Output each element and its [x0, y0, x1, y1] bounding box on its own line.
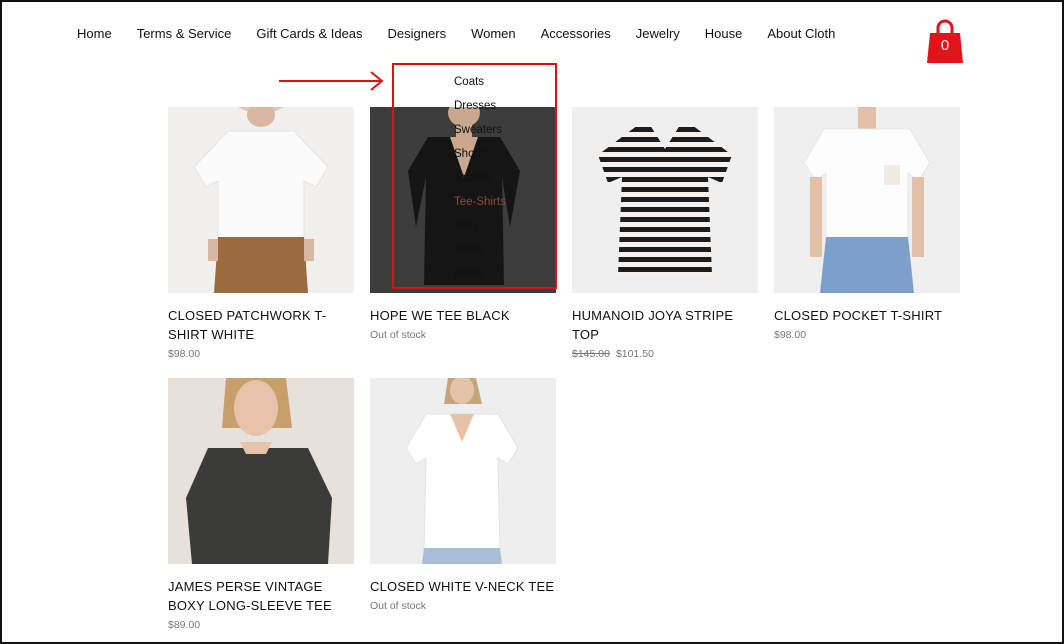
- product-image[interactable]: [370, 378, 556, 564]
- product-name[interactable]: CLOSED POCKET T-SHIRT: [774, 306, 960, 325]
- dropdown-item-shorts[interactable]: Shorts: [454, 148, 487, 160]
- women-dropdown-menu: Coats Dresses Sweaters Shorts Jackets Te…: [393, 63, 556, 288]
- nav-gift-cards[interactable]: Gift Cards & Ideas: [256, 26, 362, 41]
- nav-jewelry[interactable]: Jewelry: [636, 26, 680, 41]
- dropdown-item-coats[interactable]: Coats: [454, 76, 484, 88]
- product-name[interactable]: CLOSED WHITE V-NECK TEE: [370, 577, 556, 596]
- product-price: $89.00: [168, 619, 201, 631]
- product-name[interactable]: JAMES PERSE VINTAGE BOXY LONG-SLEEVE TEE: [168, 577, 354, 615]
- product-price: $98.00: [774, 329, 807, 341]
- product-image[interactable]: [168, 378, 354, 564]
- product-card[interactable]: CLOSED WHITE V-NECK TEE Out of stock: [370, 378, 556, 612]
- annotation-arrow: [279, 71, 384, 91]
- dropdown-item-sweaters[interactable]: Sweaters: [454, 124, 502, 136]
- product-name[interactable]: CLOSED PATCHWORK T-SHIRT WHITE: [168, 306, 354, 344]
- product-price: $145.00 $101.50: [572, 348, 758, 360]
- dropdown-item-jackets[interactable]: Jackets: [454, 172, 493, 184]
- nav-home[interactable]: Home: [77, 26, 112, 41]
- product-card[interactable]: CLOSED POCKET T-SHIRT $98.00: [774, 107, 960, 341]
- product-card[interactable]: CLOSED PATCHWORK T-SHIRT WHITE $98.00: [168, 107, 354, 360]
- product-image[interactable]: [774, 107, 960, 293]
- product-old-price: $145.00: [572, 348, 610, 360]
- product-card[interactable]: HUMANOID JOYA STRIPE TOP $145.00 $101.50: [572, 107, 758, 360]
- dropdown-item-tee-shirts[interactable]: Tee-Shirts: [454, 196, 506, 208]
- main-nav: Home Terms & Service Gift Cards & Ideas …: [77, 26, 835, 41]
- cart-count: 0: [940, 37, 950, 54]
- dropdown-item-pants[interactable]: Pants: [454, 268, 483, 280]
- dropdown-item-tops[interactable]: Tops: [454, 220, 478, 232]
- product-status: Out of stock: [370, 600, 427, 612]
- product-status: Out of stock: [370, 329, 427, 341]
- nav-designers[interactable]: Designers: [388, 26, 447, 41]
- dropdown-item-skirts[interactable]: Skirts: [454, 244, 483, 256]
- product-name[interactable]: HOPE WE TEE BLACK: [370, 306, 556, 325]
- dropdown-item-dresses[interactable]: Dresses: [454, 100, 496, 112]
- product-price: $98.00: [168, 348, 201, 360]
- nav-terms-service[interactable]: Terms & Service: [137, 26, 232, 41]
- product-sale-price: $101.50: [615, 348, 654, 360]
- product-image[interactable]: [168, 107, 354, 293]
- cart-button[interactable]: 0: [927, 19, 963, 63]
- product-name[interactable]: HUMANOID JOYA STRIPE TOP: [572, 306, 758, 344]
- nav-house[interactable]: House: [705, 26, 743, 41]
- product-card[interactable]: JAMES PERSE VINTAGE BOXY LONG-SLEEVE TEE…: [168, 378, 354, 631]
- nav-women[interactable]: Women: [471, 26, 516, 41]
- nav-accessories[interactable]: Accessories: [541, 26, 611, 41]
- nav-about-cloth[interactable]: About Cloth: [767, 26, 835, 41]
- product-image[interactable]: [572, 107, 758, 293]
